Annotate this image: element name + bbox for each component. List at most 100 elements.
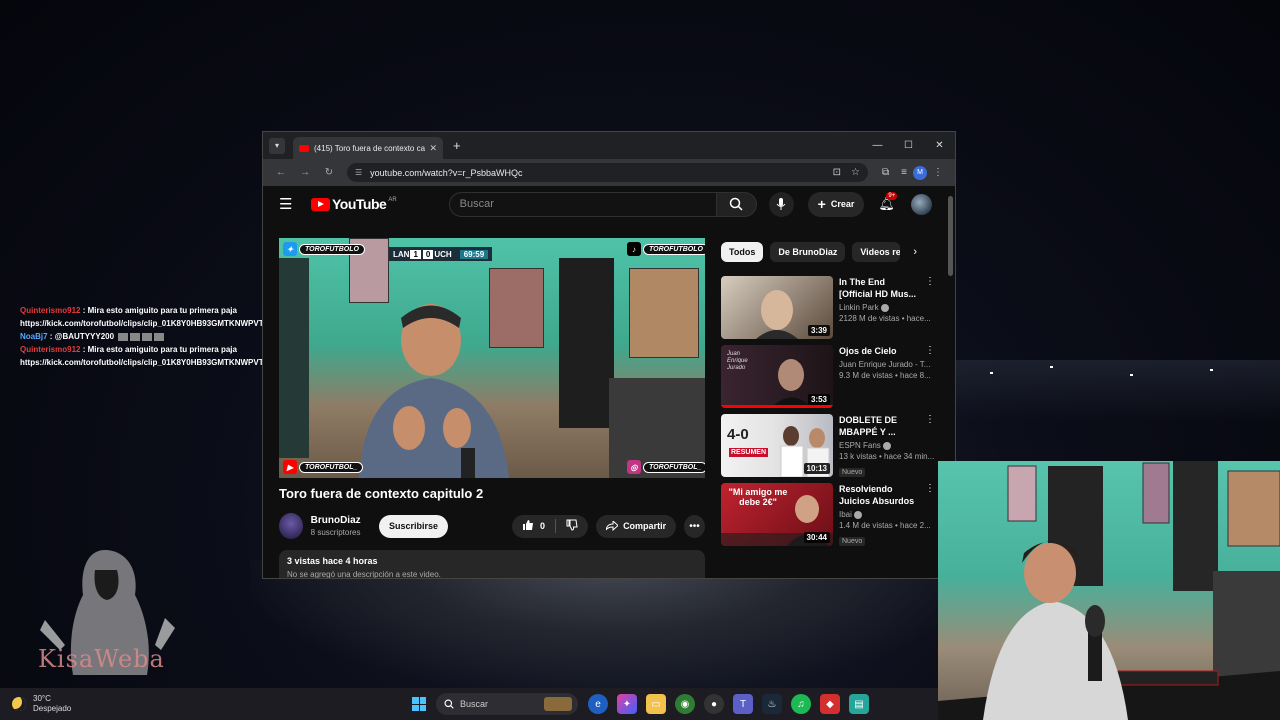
- channel-avatar[interactable]: [279, 513, 303, 539]
- bookmark-star-icon[interactable]: ☆: [851, 167, 860, 178]
- duration-badge: 30:44: [803, 532, 830, 543]
- more-options-icon[interactable]: ⋮: [925, 414, 935, 425]
- instagram-icon: ◎: [627, 460, 641, 474]
- back-arrow-icon[interactable]: ←: [269, 167, 293, 178]
- more-options-icon[interactable]: ⋮: [925, 345, 935, 356]
- browser-tab-youtube[interactable]: (415) Toro fuera de contexto capitulo 2 …: [293, 137, 443, 159]
- view-count-date: 3 vistas hace 4 horas: [287, 556, 378, 566]
- watermark-text: KisaWeba: [38, 645, 165, 673]
- browser-menu-icon[interactable]: ⋮: [933, 167, 943, 178]
- recommendation-views: 2128 M de vistas • hace...: [839, 314, 931, 323]
- wall-poster: [629, 268, 699, 358]
- share-button[interactable]: Compartir: [596, 514, 677, 538]
- obs-icon[interactable]: ●: [704, 694, 724, 714]
- more-options-icon[interactable]: ⋮: [925, 276, 935, 287]
- copilot-icon[interactable]: ✦: [617, 694, 637, 714]
- chip-todos[interactable]: Todos: [721, 242, 764, 262]
- close-tab-icon[interactable]: ✕: [429, 143, 437, 154]
- new-tab-icon[interactable]: +: [453, 138, 461, 153]
- page-scrollbar[interactable]: [948, 196, 953, 276]
- recommendation-item[interactable]: "Mi amigo me debe 2€" 30:44 Resolviendo …: [721, 483, 935, 546]
- youtube-header: ☰ YouTube AR Buscar + Crear 🔔︎ 9+: [263, 186, 955, 222]
- steam-icon[interactable]: ♨: [762, 694, 782, 714]
- plus-icon: +: [817, 196, 826, 212]
- weather-description: Despejado: [33, 704, 72, 713]
- reload-icon[interactable]: ↻: [317, 167, 341, 178]
- emote-icon: [142, 332, 153, 341]
- search-input[interactable]: Buscar: [448, 191, 717, 217]
- install-app-icon[interactable]: ⊡: [833, 167, 841, 178]
- notification-badge: 9+: [886, 192, 898, 200]
- anydesk-icon[interactable]: ◆: [820, 694, 840, 714]
- channel-name[interactable]: BrunoDiaz: [311, 515, 367, 526]
- recommendation-channel: Linkin Park: [839, 303, 879, 312]
- background-road: [250, 560, 970, 690]
- chat-message: Mira esto amiguito para tu primera paja: [87, 306, 237, 315]
- weather-widget[interactable]: 30°C Despejado: [12, 694, 71, 714]
- scoreboard-overlay: LAN 1 0 UCH 69:59: [389, 247, 493, 261]
- thumbnail[interactable]: 3:39: [721, 276, 833, 339]
- account-avatar[interactable]: [910, 193, 932, 215]
- spotify-icon[interactable]: ♫: [791, 694, 811, 714]
- recommendations-list: 3:39 In The End [Official HD Mus... Link…: [721, 276, 935, 552]
- twitter-icon: ✦: [283, 242, 297, 256]
- voice-search-button[interactable]: [768, 191, 794, 217]
- chrome-icon[interactable]: ◉: [675, 694, 695, 714]
- tab-search-button[interactable]: ▾: [269, 137, 285, 154]
- media-controls-icon[interactable]: ≡: [901, 167, 907, 178]
- url-text: youtube.com/watch?v=r_PsbbaWHQc: [370, 167, 523, 178]
- search-button[interactable]: [716, 191, 757, 217]
- site-info-icon[interactable]: ☰: [355, 168, 362, 177]
- recommendation-channel: ESPN Fans: [839, 441, 881, 450]
- dislike-button[interactable]: [566, 519, 578, 533]
- extensions-icon[interactable]: ⧉: [882, 167, 889, 178]
- hamburger-menu-icon[interactable]: ☰: [279, 195, 299, 213]
- forward-arrow-icon[interactable]: →: [293, 167, 317, 178]
- duration-badge: 10:13: [803, 463, 830, 474]
- thumbnail-text: Juan Enrique Jurado: [727, 351, 748, 371]
- verified-icon: [880, 303, 889, 312]
- thumbnail[interactable]: Juan Enrique Jurado 3:53: [721, 345, 833, 408]
- description-box[interactable]: 3 vistas hace 4 horas No se agregó una d…: [279, 550, 705, 578]
- chip-videos-relacionados[interactable]: Videos re: [852, 242, 901, 262]
- thumbnail[interactable]: "Mi amigo me debe 2€" 30:44: [721, 483, 833, 546]
- browser-titlebar: ▾ (415) Toro fuera de contexto capitulo …: [263, 132, 955, 159]
- profile-avatar[interactable]: M: [913, 165, 927, 180]
- subscribe-button[interactable]: Suscribirse: [379, 514, 449, 538]
- chip-de-brunodiaz[interactable]: De BrunoDiaz: [770, 242, 846, 262]
- emote-icon: [118, 332, 129, 341]
- file-explorer-icon[interactable]: ▭: [646, 694, 666, 714]
- taskbar-search[interactable]: Buscar: [436, 693, 578, 715]
- webcam-overlay: [938, 461, 1280, 720]
- like-button[interactable]: [522, 519, 534, 533]
- teams-icon[interactable]: T: [733, 694, 753, 714]
- video-player[interactable]: ✦ TOROFUTBOLO LAN 1 0 UCH 69:59 ♪ TOROFU…: [279, 238, 705, 478]
- recommendation-item[interactable]: Juan Enrique Jurado 3:53 Ojos de Cielo J…: [721, 345, 935, 408]
- maximize-icon[interactable]: ☐: [893, 132, 924, 159]
- notepad-icon[interactable]: ▤: [849, 694, 869, 714]
- recommendation-views: 13 k vistas • hace 34 min...: [839, 452, 935, 461]
- video-title: Toro fuera de contexto capitulo 2: [279, 486, 484, 501]
- thumbnail[interactable]: 4-0 RESUMEN 10:13: [721, 414, 833, 477]
- more-actions-icon[interactable]: •••: [684, 514, 705, 538]
- youtube-handle-overlay: ▶ TOROFUTBOL_: [283, 460, 364, 474]
- emote-icon: [130, 332, 141, 341]
- recommendation-item[interactable]: 3:39 In The End [Official HD Mus... Link…: [721, 276, 935, 339]
- windows-start-icon[interactable]: [412, 697, 426, 711]
- like-dislike-group: 0: [512, 514, 589, 538]
- browser-window: ▾ (415) Toro fuera de contexto capitulo …: [262, 131, 956, 579]
- emote-icon: [154, 332, 165, 341]
- instagram-handle-overlay: ◎ TOROFUTBOL_: [627, 460, 705, 474]
- create-button[interactable]: + Crear: [807, 191, 865, 217]
- minimize-icon[interactable]: —: [862, 132, 893, 159]
- youtube-logo[interactable]: YouTube AR: [311, 196, 397, 212]
- tiktok-icon: ♪: [627, 242, 641, 256]
- share-icon: [606, 521, 619, 531]
- close-window-icon[interactable]: ✕: [924, 132, 955, 159]
- notifications-button[interactable]: 🔔︎ 9+: [878, 192, 898, 212]
- edge-icon[interactable]: e: [588, 694, 608, 714]
- address-bar[interactable]: ☰ youtube.com/watch?v=r_PsbbaWHQc ⊡ ☆: [347, 163, 869, 182]
- chevron-right-icon[interactable]: ›: [913, 246, 917, 258]
- more-options-icon[interactable]: ⋮: [925, 483, 935, 494]
- recommendation-item[interactable]: 4-0 RESUMEN 10:13 DOBLETE DE MBAPPÉ Y ..…: [721, 414, 935, 477]
